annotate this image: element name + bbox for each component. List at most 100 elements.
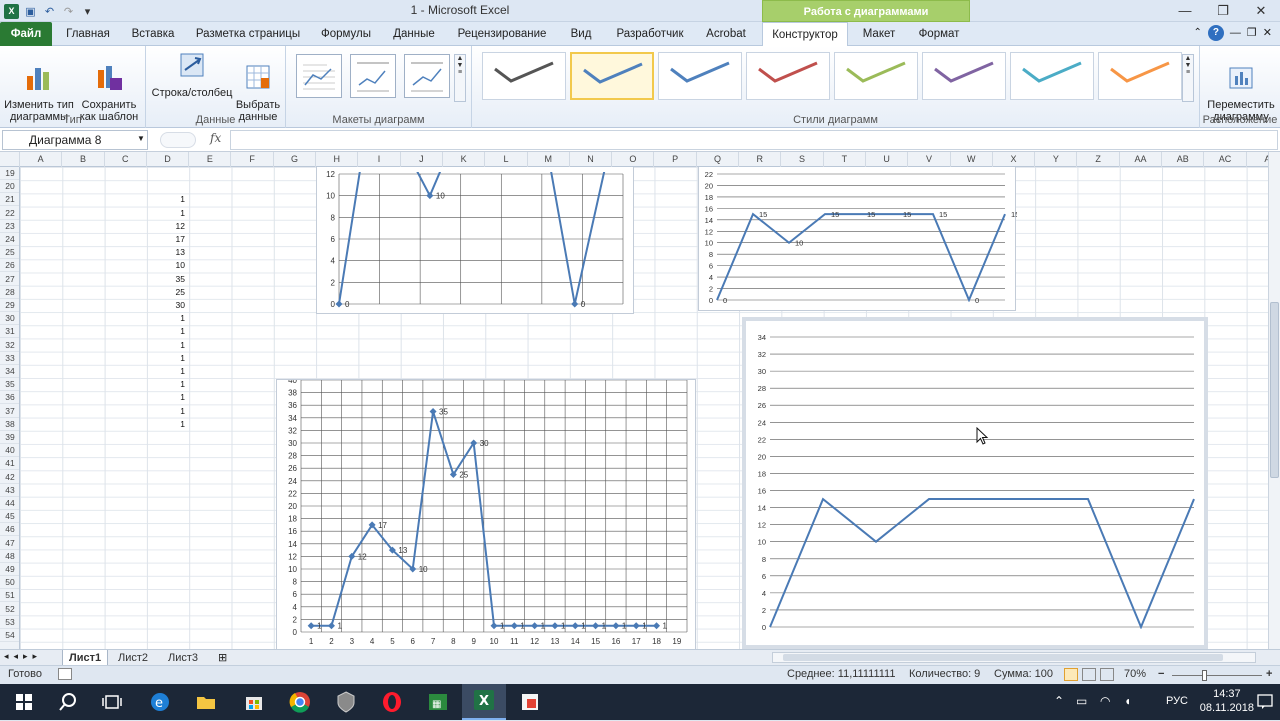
row-header[interactable]: 20 bbox=[0, 180, 19, 194]
row-header[interactable]: 26 bbox=[0, 259, 19, 273]
data-point-marker[interactable] bbox=[571, 622, 579, 630]
tab-file[interactable]: Файл bbox=[0, 22, 52, 46]
tab-view[interactable]: Вид bbox=[562, 22, 600, 46]
cell-d-value[interactable]: 1 bbox=[155, 326, 185, 336]
insert-sheet-icon[interactable]: ⊞ bbox=[218, 651, 227, 664]
cell-d-value[interactable]: 1 bbox=[155, 366, 185, 376]
row-header[interactable]: 46 bbox=[0, 523, 19, 537]
data-point-marker[interactable] bbox=[426, 192, 434, 200]
data-point-marker[interactable] bbox=[510, 622, 518, 630]
macro-record-icon[interactable] bbox=[58, 668, 72, 680]
row-header[interactable]: 34 bbox=[0, 365, 19, 378]
tab-review[interactable]: Рецензирование bbox=[452, 22, 552, 46]
chart-style-1[interactable] bbox=[482, 52, 566, 100]
doc-close-icon[interactable]: ✕ bbox=[1263, 25, 1272, 41]
cell-d-value[interactable]: 1 bbox=[155, 379, 185, 389]
acrobat-taskbar-icon[interactable] bbox=[516, 688, 544, 716]
collapse-ribbon-icon[interactable]: ⌃ bbox=[1194, 25, 1202, 41]
page-break-view-icon[interactable] bbox=[1100, 668, 1114, 681]
tray-wifi-icon[interactable]: ◠ bbox=[1100, 694, 1110, 708]
column-header[interactable]: P bbox=[655, 152, 697, 167]
insert-function-icon[interactable]: fx bbox=[210, 131, 221, 145]
column-header[interactable]: W bbox=[951, 152, 993, 167]
cell-d-value[interactable]: 13 bbox=[155, 247, 185, 257]
game-shield-icon[interactable] bbox=[332, 688, 360, 716]
column-header[interactable]: B bbox=[62, 152, 105, 167]
series-line[interactable] bbox=[338, 167, 623, 305]
column-header[interactable]: I bbox=[358, 152, 401, 167]
chart-style-8[interactable] bbox=[1098, 52, 1182, 100]
column-header[interactable]: X bbox=[993, 152, 1036, 167]
column-header[interactable]: S bbox=[781, 152, 824, 167]
store-icon[interactable] bbox=[240, 688, 268, 716]
zoom-level[interactable]: 70% bbox=[1124, 668, 1146, 680]
opera-icon[interactable] bbox=[378, 688, 406, 716]
name-box-dropdown-icon[interactable]: ▼ bbox=[137, 134, 145, 143]
cell-d-value[interactable]: 25 bbox=[155, 287, 185, 297]
cell-d-value[interactable]: 1 bbox=[155, 340, 185, 350]
data-point-marker[interactable] bbox=[612, 622, 620, 630]
column-header[interactable]: V bbox=[908, 152, 951, 167]
doc-minimize-icon[interactable]: — bbox=[1230, 25, 1241, 41]
column-header[interactable]: H bbox=[316, 152, 359, 167]
cell-d-value[interactable]: 1 bbox=[155, 353, 185, 363]
row-header[interactable]: 38 bbox=[0, 418, 19, 431]
series-line[interactable] bbox=[716, 212, 1006, 302]
row-header[interactable]: 45 bbox=[0, 510, 19, 524]
save-icon[interactable]: ▣ bbox=[23, 4, 38, 19]
cell-d-value[interactable]: 30 bbox=[155, 300, 185, 310]
row-header[interactable]: 40 bbox=[0, 444, 19, 458]
restore-icon[interactable]: ❐ bbox=[1204, 0, 1242, 22]
column-header[interactable]: M bbox=[528, 152, 570, 167]
column-header[interactable]: A bbox=[20, 152, 63, 167]
data-point-marker[interactable] bbox=[490, 622, 498, 630]
row-header[interactable]: 27 bbox=[0, 273, 19, 286]
page-layout-view-icon[interactable] bbox=[1082, 668, 1096, 681]
data-point-marker[interactable] bbox=[327, 622, 335, 630]
name-box[interactable]: Диаграмма 8 bbox=[2, 130, 148, 150]
zoom-slider[interactable] bbox=[1172, 670, 1262, 681]
worksheet-grid[interactable]: 1 1 12 17 13 10 35 25 30 1 1 1 1 1 1 1 1 1 0 2 4 6 8 10 12 0 10 0 … bbox=[20, 167, 1268, 649]
calculator-app-icon[interactable]: ▦ bbox=[424, 688, 452, 716]
row-header[interactable]: 30 bbox=[0, 312, 19, 326]
search-icon[interactable] bbox=[54, 688, 82, 716]
row-header[interactable]: 54 bbox=[0, 629, 19, 642]
tab-design[interactable]: Конструктор bbox=[762, 22, 848, 47]
cell-d-value[interactable]: 12 bbox=[155, 221, 185, 231]
row-header[interactable]: 35 bbox=[0, 378, 19, 392]
excel-taskbar-active[interactable]: X bbox=[462, 684, 506, 720]
vertical-scrollbar[interactable] bbox=[1268, 152, 1280, 649]
tab-insert[interactable]: Вставка bbox=[124, 22, 182, 46]
data-point-marker[interactable] bbox=[653, 622, 661, 630]
row-header[interactable]: 33 bbox=[0, 352, 19, 365]
column-header[interactable]: G bbox=[274, 152, 317, 167]
zoom-in-icon[interactable]: + bbox=[1266, 668, 1272, 680]
tab-home[interactable]: Главная bbox=[60, 22, 116, 46]
row-header[interactable]: 43 bbox=[0, 484, 19, 497]
close-icon[interactable]: ✕ bbox=[1242, 0, 1280, 22]
vertical-scroll-thumb[interactable] bbox=[1270, 302, 1279, 478]
tray-network-icon[interactable]: ▭ bbox=[1076, 694, 1087, 708]
column-header[interactable]: N bbox=[570, 152, 613, 167]
column-header[interactable]: AB bbox=[1162, 152, 1205, 167]
row-header[interactable]: 31 bbox=[0, 325, 19, 339]
notifications-icon[interactable] bbox=[1256, 692, 1274, 710]
row-header[interactable]: 29 bbox=[0, 299, 19, 312]
cell-d-value[interactable]: 1 bbox=[155, 406, 185, 416]
select-all-corner[interactable] bbox=[0, 152, 20, 167]
chart-style-2[interactable] bbox=[570, 52, 654, 100]
tab-layout[interactable]: Макет bbox=[856, 22, 902, 46]
help-icon[interactable]: ? bbox=[1207, 25, 1224, 41]
chart-style-3[interactable] bbox=[658, 52, 742, 100]
tray-clock[interactable]: 14:37 08.11.2018 bbox=[1200, 687, 1254, 715]
tab-developer[interactable]: Разработчик bbox=[608, 22, 692, 46]
column-header[interactable]: E bbox=[189, 152, 232, 167]
column-header[interactable]: D bbox=[147, 152, 190, 167]
sheet-tab-2[interactable]: Лист2 bbox=[112, 650, 154, 666]
cell-d-value[interactable]: 1 bbox=[155, 194, 185, 204]
chart-top-right[interactable]: 0 2 4 6 8 10 12 14 16 18 20 22 0 15 10 15 15 15 15 0 15 bbox=[698, 167, 1017, 311]
column-header[interactable]: L bbox=[485, 152, 528, 167]
data-point-marker[interactable] bbox=[531, 622, 539, 630]
cell-d-value[interactable]: 1 bbox=[155, 313, 185, 323]
styles-scroll[interactable]: ▲ ▼ ≡ bbox=[1182, 54, 1194, 102]
